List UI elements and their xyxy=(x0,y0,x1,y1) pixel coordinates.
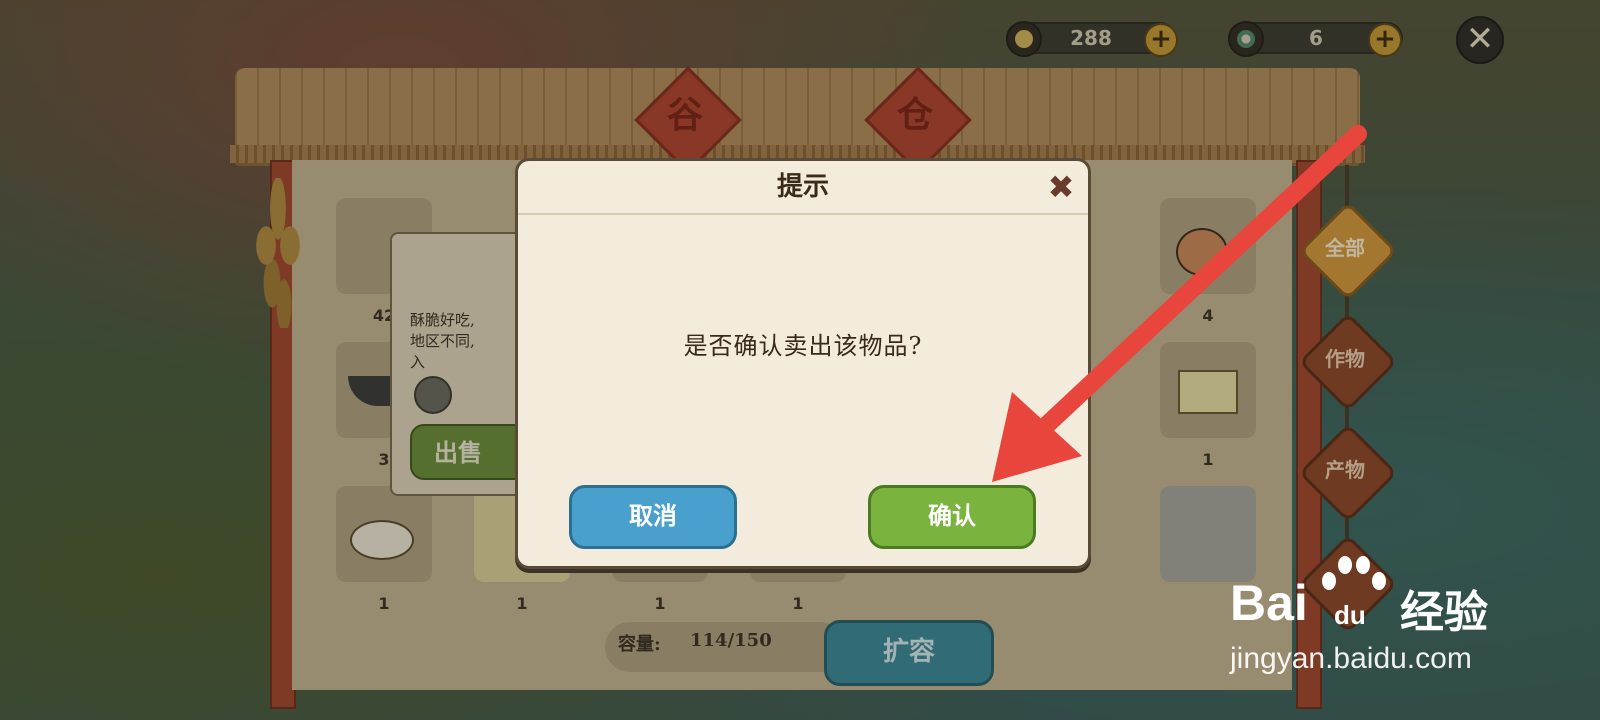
watermark-url: jingyan.baidu.com xyxy=(1230,642,1472,675)
annotation-arrow-icon xyxy=(992,125,1367,482)
baidu-watermark: Bai du 经验 xyxy=(1230,556,1530,640)
watermark-brand-du: du xyxy=(1334,600,1366,630)
watermark-brand-cn: 经验 xyxy=(1400,587,1488,638)
cancel-button[interactable]: 取消 xyxy=(569,485,737,549)
watermark-brand-bai: Bai xyxy=(1230,575,1308,631)
